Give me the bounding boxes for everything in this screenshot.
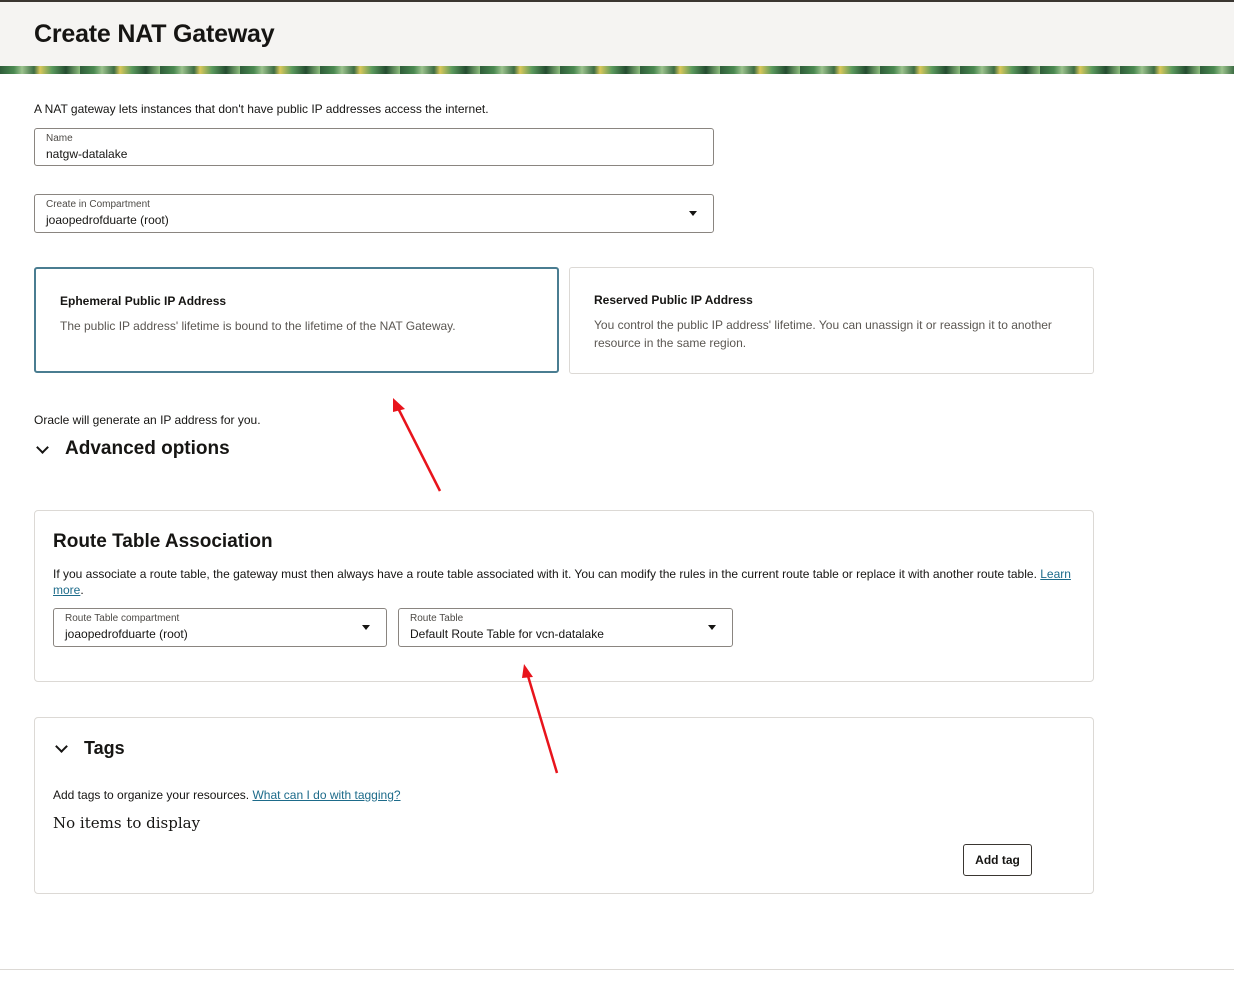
tags-description-text: Add tags to organize your resources. — [53, 788, 250, 802]
footer-divider — [0, 969, 1234, 970]
chevron-down-icon — [36, 440, 49, 454]
route-table-compartment-value: joaopedrofduarte (root) — [65, 627, 188, 641]
advanced-options-title: Advanced options — [65, 438, 230, 459]
ephemeral-ip-title: Ephemeral Public IP Address — [60, 294, 227, 308]
header-banner-image — [0, 66, 1234, 74]
tags-empty-message: No items to display — [53, 814, 201, 832]
route-table-compartment-select[interactable]: Route Table compartment joaopedrofduarte… — [53, 608, 387, 647]
chevron-down-icon — [708, 625, 716, 630]
route-table-label: Route Table — [410, 613, 464, 624]
tags-panel: Tags Add tags to organize your resources… — [34, 717, 1094, 894]
chevron-down-icon — [55, 740, 68, 753]
tags-description: Add tags to organize your resources. Wha… — [53, 788, 401, 802]
add-tag-button[interactable]: Add tag — [963, 844, 1032, 876]
compartment-select-value: joaopedrofduarte (root) — [46, 213, 169, 227]
name-field-label: Name — [46, 133, 73, 144]
chevron-down-icon — [362, 625, 370, 630]
tags-title: Tags — [84, 738, 125, 758]
page-header: Create NAT Gateway — [0, 0, 1234, 74]
route-table-compartment-label: Route Table compartment — [65, 613, 180, 624]
route-table-description: If you associate a route table, the gate… — [53, 567, 1071, 597]
tags-toggle[interactable]: Tags — [53, 738, 125, 759]
compartment-select[interactable]: Create in Compartment joaopedrofduarte (… — [34, 194, 714, 233]
name-field-value: natgw-datalake — [46, 147, 128, 161]
route-table-panel: Route Table Association If you associate… — [34, 510, 1094, 682]
advanced-options-toggle[interactable]: Advanced options — [34, 438, 230, 460]
route-table-select[interactable]: Route Table Default Route Table for vcn-… — [398, 608, 733, 647]
chevron-down-icon — [689, 211, 697, 216]
intro-text: A NAT gateway lets instances that don't … — [34, 102, 489, 116]
annotation-arrow-ip — [393, 398, 442, 492]
ip-note: Oracle will generate an IP address for y… — [34, 413, 261, 427]
ephemeral-ip-option[interactable]: Ephemeral Public IP Address The public I… — [34, 267, 559, 373]
reserved-ip-title: Reserved Public IP Address — [594, 293, 753, 307]
reserved-ip-description: You control the public IP address' lifet… — [594, 318, 1052, 350]
compartment-select-label: Create in Compartment — [46, 199, 150, 210]
reserved-ip-option[interactable]: Reserved Public IP Address You control t… — [569, 267, 1094, 374]
name-field[interactable]: Name natgw-datalake — [34, 128, 714, 166]
page-title: Create NAT Gateway — [34, 20, 275, 48]
ephemeral-ip-description: The public IP address' lifetime is bound… — [60, 319, 456, 333]
route-table-description-text: If you associate a route table, the gate… — [53, 567, 1037, 581]
route-table-title: Route Table Association — [53, 531, 273, 552]
route-table-value: Default Route Table for vcn-datalake — [410, 627, 604, 641]
tagging-help-link[interactable]: What can I do with tagging? — [252, 788, 400, 802]
